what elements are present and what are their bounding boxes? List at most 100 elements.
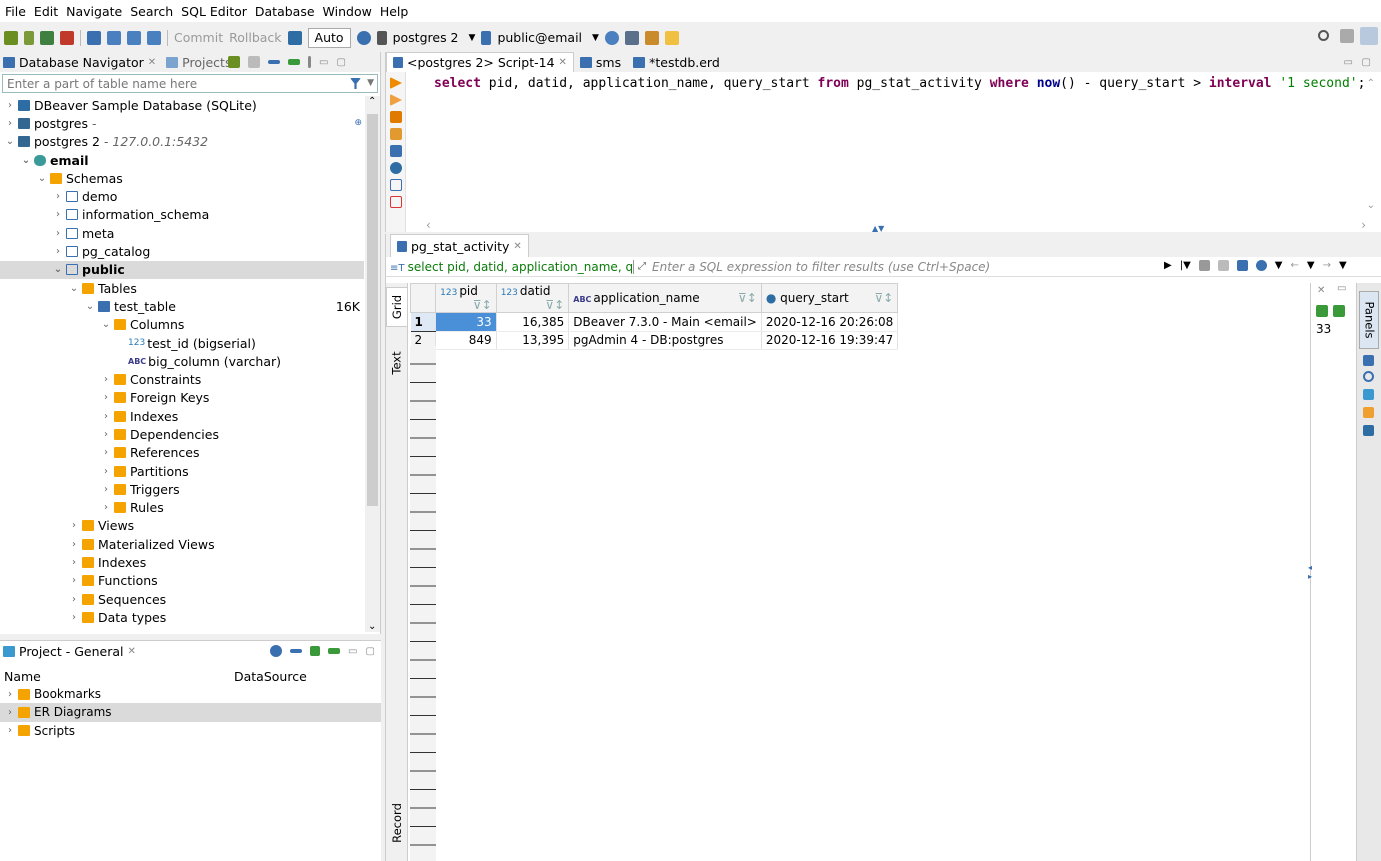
tree-item-dependencies[interactable]: ›Dependencies	[0, 425, 364, 443]
tab-record[interactable]: Record	[386, 795, 408, 851]
chevron-right-icon[interactable]: ›	[100, 374, 112, 385]
tree-item-test-table[interactable]: ⌄test_table16K	[0, 297, 364, 315]
chevron-right-icon[interactable]: ›	[68, 557, 80, 568]
grid-corner[interactable]	[411, 284, 436, 313]
tree-item-information-schema[interactable]: ›information_schema	[0, 206, 364, 224]
menu-file[interactable]: File	[5, 4, 26, 19]
tree-item-demo[interactable]: ›demo	[0, 187, 364, 205]
row-number[interactable]: 1	[411, 313, 436, 332]
minimize-icon[interactable]: ▭	[1344, 57, 1353, 68]
dashboard-icon[interactable]	[605, 31, 619, 45]
tree-item-postgres-2[interactable]: ⌄postgres 2 - 127.0.0.1:5432	[0, 133, 364, 151]
tree-item-rules[interactable]: ›Rules	[0, 499, 364, 517]
menu-database[interactable]: Database	[255, 4, 315, 19]
chevron-right-icon[interactable]: ›	[100, 429, 112, 440]
sql-editor-icon[interactable]	[87, 31, 101, 45]
close-icon[interactable]: ✕	[1317, 285, 1325, 296]
maximize-icon[interactable]: ▢	[1362, 57, 1371, 68]
tab-grid[interactable]: Grid	[386, 287, 408, 327]
cell-datid[interactable]: 16,385	[496, 313, 569, 332]
table-row[interactable]: 2 849 13,395 pgAdmin 4 - DB:postgres 202…	[411, 331, 1309, 350]
chevron-down-icon[interactable]: ⌄	[100, 319, 112, 330]
tab-sms[interactable]: sms	[574, 52, 627, 72]
chevron-right-icon[interactable]: ›	[100, 484, 112, 495]
execute-script-icon[interactable]	[390, 111, 402, 123]
project-item-er-diagrams[interactable]: ›ER Diagrams	[0, 703, 381, 721]
navigator-scrollbar[interactable]: ⌃ ⌄	[365, 96, 380, 632]
tree-item-data-types[interactable]: ›Data types	[0, 608, 364, 626]
active-schema-selector[interactable]: public@email	[497, 30, 582, 45]
back-icon[interactable]: ←	[1290, 260, 1298, 271]
transform-icon[interactable]	[1256, 260, 1267, 271]
scroll-left-icon[interactable]: ‹	[426, 218, 431, 232]
chevron-right-icon[interactable]: ›	[68, 520, 80, 531]
tree-item-public[interactable]: ⌄public	[0, 261, 364, 279]
tree-item-column-big-column[interactable]: ABCbig_column (varchar)	[0, 352, 364, 370]
scroll-up-icon[interactable]: ⌃	[1367, 78, 1375, 89]
chevron-down-icon[interactable]: ▼	[367, 78, 374, 88]
tree-item-constraints[interactable]: ›Constraints	[0, 370, 364, 388]
grid-layout-icon[interactable]	[1363, 355, 1374, 366]
menu-search[interactable]: Search	[130, 4, 173, 19]
metadata-icon[interactable]	[1363, 371, 1374, 382]
save-filter-icon[interactable]	[1237, 260, 1248, 271]
sort-filter-icon[interactable]: ⊽↕	[545, 298, 564, 312]
chevron-down-icon[interactable]: ⌄	[4, 136, 16, 147]
connect-icon[interactable]	[24, 31, 34, 45]
chevron-right-icon[interactable]: ›	[52, 209, 64, 220]
link-with-editor-icon[interactable]	[328, 648, 340, 654]
execute-script-new-tab-icon[interactable]	[390, 128, 402, 140]
rollback-button[interactable]: Rollback	[229, 30, 281, 45]
chevron-right-icon[interactable]: ›	[52, 228, 64, 239]
chevron-right-icon[interactable]: ›	[4, 707, 16, 718]
scroll-down-icon[interactable]: ⌄	[1367, 200, 1375, 211]
column-header-pid[interactable]: 123pid ⊽↕	[436, 284, 497, 313]
value-viewer-text[interactable]: 33	[1316, 322, 1331, 336]
save-icon[interactable]	[1316, 305, 1328, 317]
tree-item-email[interactable]: ⌄email	[0, 151, 364, 169]
load-plan-icon[interactable]	[390, 162, 402, 174]
chevron-right-icon[interactable]: ›	[68, 594, 80, 605]
chart-icon[interactable]	[1363, 407, 1374, 418]
cell-pid[interactable]: 33	[436, 313, 497, 332]
export-icon[interactable]	[390, 179, 402, 191]
sash-toggle-icon[interactable]: ▲▼	[872, 224, 884, 233]
calc-icon[interactable]	[1363, 389, 1374, 400]
tab-projects[interactable]: Projects	[166, 55, 231, 70]
auto-apply-icon[interactable]	[1333, 305, 1345, 317]
tab-testdb-erd[interactable]: *testdb.erd	[627, 52, 726, 72]
cell-datid[interactable]: 13,395	[496, 331, 569, 350]
table-row[interactable]: 1 33 16,385 DBeaver 7.3.0 - Main <email>…	[411, 313, 1309, 332]
chevron-down-icon[interactable]: ⌄	[36, 173, 48, 184]
sort-filter-icon[interactable]: ⊽↕	[473, 298, 492, 312]
new-connection-icon[interactable]	[4, 31, 18, 45]
project-item-scripts[interactable]: ›Scripts	[0, 722, 381, 740]
tree-item-sample-db[interactable]: ›DBeaver Sample Database (SQLite)	[0, 96, 364, 114]
scroll-right-icon[interactable]: ›	[1361, 218, 1366, 232]
recent-script-icon[interactable]	[147, 31, 161, 45]
column-name-header[interactable]: Name	[4, 669, 41, 684]
chevron-right-icon[interactable]: ›	[68, 612, 80, 623]
tree-item-foreign-keys[interactable]: ›Foreign Keys	[0, 389, 364, 407]
tree-item-tables[interactable]: ⌄Tables	[0, 279, 364, 297]
tab-project-general[interactable]: Project - General ✕	[3, 644, 136, 659]
search-icon[interactable]	[1318, 30, 1329, 41]
tree-item-sequences[interactable]: ›Sequences	[0, 590, 364, 608]
chevron-right-icon[interactable]: ›	[4, 100, 16, 111]
sql-preview-link[interactable]: ≡T select pid, datid, application_name, …	[386, 260, 634, 274]
tree-item-indexes[interactable]: ›Indexes	[0, 407, 364, 425]
chevron-down-icon[interactable]: ⌄	[84, 301, 96, 312]
tree-item-partitions[interactable]: ›Partitions	[0, 462, 364, 480]
menu-help[interactable]: Help	[380, 4, 409, 19]
dbeaver-perspective-icon[interactable]	[1360, 27, 1378, 45]
transaction-mode-icon[interactable]	[288, 31, 302, 45]
chevron-down-icon[interactable]: ⌄	[20, 155, 32, 166]
tree-item-materialized-views[interactable]: ›Materialized Views	[0, 535, 364, 553]
perspective-icon[interactable]	[1340, 29, 1354, 43]
chevron-right-icon[interactable]: ›	[100, 466, 112, 477]
cell-pid[interactable]: 849	[436, 331, 497, 350]
link-with-editor-icon[interactable]	[288, 59, 300, 65]
gear-icon[interactable]	[270, 645, 282, 657]
menu-navigate[interactable]: Navigate	[66, 4, 122, 19]
tree-item-pg-catalog[interactable]: ›pg_catalog	[0, 242, 364, 260]
